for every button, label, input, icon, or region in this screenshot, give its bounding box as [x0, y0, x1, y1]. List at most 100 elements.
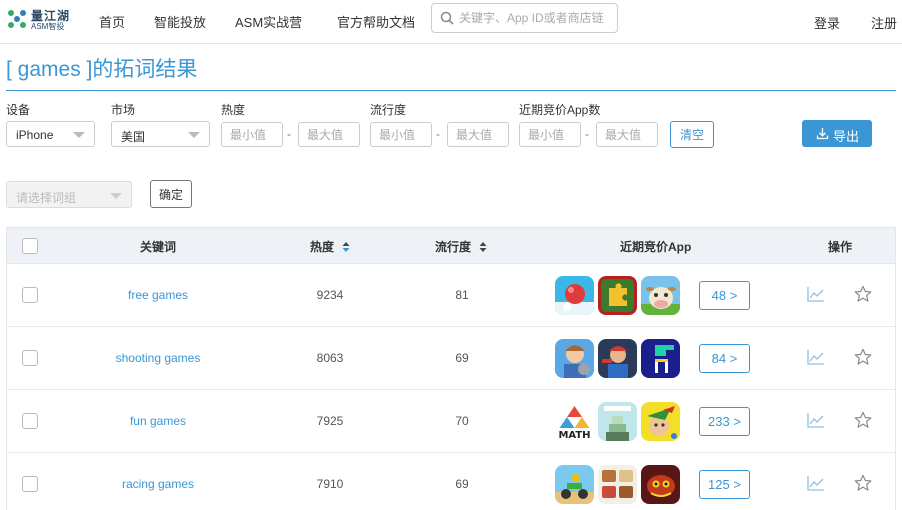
recent-apps-group — [555, 276, 685, 315]
flow-value: 81 — [455, 288, 469, 302]
column-recent-apps: 近期竞价App — [620, 240, 692, 254]
chevron-down-icon — [110, 193, 122, 199]
table-row: free games 9234 81 48 > — [7, 264, 895, 327]
food-app-icon[interactable] — [598, 465, 637, 504]
market-label: 市场 — [111, 103, 136, 117]
moto-racing-app-icon[interactable] — [555, 465, 594, 504]
recent-apps-group — [555, 465, 685, 504]
device-label: 设备 — [6, 103, 31, 117]
export-button-label: 导出 — [833, 129, 860, 144]
row-checkbox[interactable] — [22, 413, 38, 429]
flow-label: 流行度 — [370, 103, 407, 117]
heat-max-input[interactable] — [298, 122, 360, 147]
market-select[interactable]: 美国 — [111, 121, 210, 147]
trend-chart-icon[interactable] — [807, 286, 825, 302]
trend-chart-icon[interactable] — [807, 412, 825, 428]
apps-count-label: 近期竞价App数 — [519, 103, 601, 117]
app-count-button[interactable]: 48 > — [699, 281, 750, 310]
row-checkbox[interactable] — [22, 350, 38, 366]
logo-icon — [8, 10, 26, 28]
jigsaw-puzzle-app-icon[interactable] — [598, 276, 637, 315]
blocks-app-icon[interactable] — [641, 339, 680, 378]
heat-value: 7925 — [316, 414, 344, 428]
brand-logo[interactable]: 量江湖 ASM智投 — [7, 7, 71, 33]
table-row: racing games 7910 69 125 > — [7, 453, 895, 510]
column-heat-label: 热度 — [310, 240, 335, 254]
shooter-hero-app-icon[interactable] — [598, 339, 637, 378]
table-row: shooting games 8063 69 84 > — [7, 327, 895, 390]
login-link[interactable]: 登录 — [814, 13, 840, 32]
app-count-button[interactable]: 84 > — [699, 344, 750, 373]
star-icon[interactable] — [854, 285, 872, 303]
heat-label: 热度 — [221, 103, 246, 117]
keyword-table: 关键词 热度 流行度 近期竞价App 操作 free games 9234 81 48… — [6, 227, 896, 510]
flow-value: 69 — [455, 477, 469, 491]
column-heat[interactable]: 热度 — [310, 238, 350, 255]
keyword-link[interactable]: shooting games — [78, 351, 238, 365]
logo-subtext: ASM智投 — [31, 22, 65, 31]
nav-asm-camp[interactable]: ASM实战营 — [235, 12, 302, 31]
heat-value: 8063 — [316, 351, 344, 365]
svg-text:MATH: MATH — [558, 430, 590, 441]
download-icon — [816, 128, 829, 140]
apps-max-input[interactable] — [596, 122, 658, 147]
device-select-value: iPhone — [16, 128, 54, 142]
heat-min-input[interactable] — [221, 122, 283, 147]
chevron-down-icon — [188, 132, 200, 138]
robin-hood-app-icon[interactable] — [641, 402, 680, 441]
sort-icon — [342, 242, 350, 252]
word-group-placeholder: 请选择词组 — [16, 191, 77, 205]
word-group-select[interactable]: 请选择词组 — [6, 181, 132, 208]
dragon-app-icon[interactable] — [641, 465, 680, 504]
stack-tower-app-icon[interactable] — [598, 402, 637, 441]
confirm-button[interactable]: 确定 — [150, 180, 192, 208]
nav-home[interactable]: 首页 — [99, 12, 125, 31]
keyword-link[interactable]: fun games — [78, 414, 238, 428]
search-box[interactable] — [431, 3, 618, 33]
red-ball-app-icon[interactable] — [555, 276, 594, 315]
star-icon[interactable] — [854, 474, 872, 492]
flow-range-dash: - — [436, 127, 440, 141]
flow-value: 69 — [455, 351, 469, 365]
column-flow-label: 流行度 — [435, 240, 472, 254]
apps-min-input[interactable] — [519, 122, 581, 147]
search-icon — [440, 11, 454, 25]
heat-range-dash: - — [287, 127, 291, 141]
heat-value: 9234 — [316, 288, 344, 302]
column-keyword: 关键词 — [140, 240, 177, 254]
clear-button[interactable]: 清空 — [670, 121, 714, 148]
title-divider — [6, 90, 896, 91]
app-count-button[interactable]: 125 > — [699, 470, 750, 499]
math-app-icon[interactable]: MATH — [555, 402, 594, 441]
table-row: fun games 7925 70 MATH 233 > — [7, 390, 895, 453]
farm-cow-app-icon[interactable] — [641, 276, 680, 315]
row-checkbox[interactable] — [22, 287, 38, 303]
nav-help-docs[interactable]: 官方帮助文档 — [337, 12, 415, 31]
column-actions: 操作 — [828, 240, 853, 254]
star-icon[interactable] — [854, 411, 872, 429]
trend-chart-icon[interactable] — [807, 349, 825, 365]
keyword-link[interactable]: free games — [78, 288, 238, 302]
homescapes-app-icon[interactable] — [555, 339, 594, 378]
keyword-link[interactable]: racing games — [78, 477, 238, 491]
market-select-value: 美国 — [121, 130, 146, 144]
recent-apps-group — [555, 339, 685, 378]
device-select[interactable]: iPhone — [6, 121, 95, 147]
register-link[interactable]: 注册 — [871, 13, 897, 32]
chevron-down-icon — [73, 132, 85, 138]
star-icon[interactable] — [854, 348, 872, 366]
app-count-button[interactable]: 233 > — [699, 407, 750, 436]
select-all-checkbox[interactable] — [22, 238, 38, 254]
export-button[interactable]: 导出 — [802, 120, 872, 147]
row-checkbox[interactable] — [22, 476, 38, 492]
flow-min-input[interactable] — [370, 122, 432, 147]
column-flow[interactable]: 流行度 — [435, 238, 487, 255]
trend-chart-icon[interactable] — [807, 475, 825, 491]
flow-max-input[interactable] — [447, 122, 509, 147]
nav-smart-delivery[interactable]: 智能投放 — [154, 12, 206, 31]
search-input[interactable] — [459, 8, 615, 28]
flow-value: 70 — [455, 414, 469, 428]
top-navigation-bar: 量江湖 ASM智投 首页 智能投放 ASM实战营 官方帮助文档 登录 注册 — [0, 0, 902, 44]
table-header: 关键词 热度 流行度 近期竞价App 操作 — [7, 227, 895, 264]
heat-value: 7910 — [316, 477, 344, 491]
